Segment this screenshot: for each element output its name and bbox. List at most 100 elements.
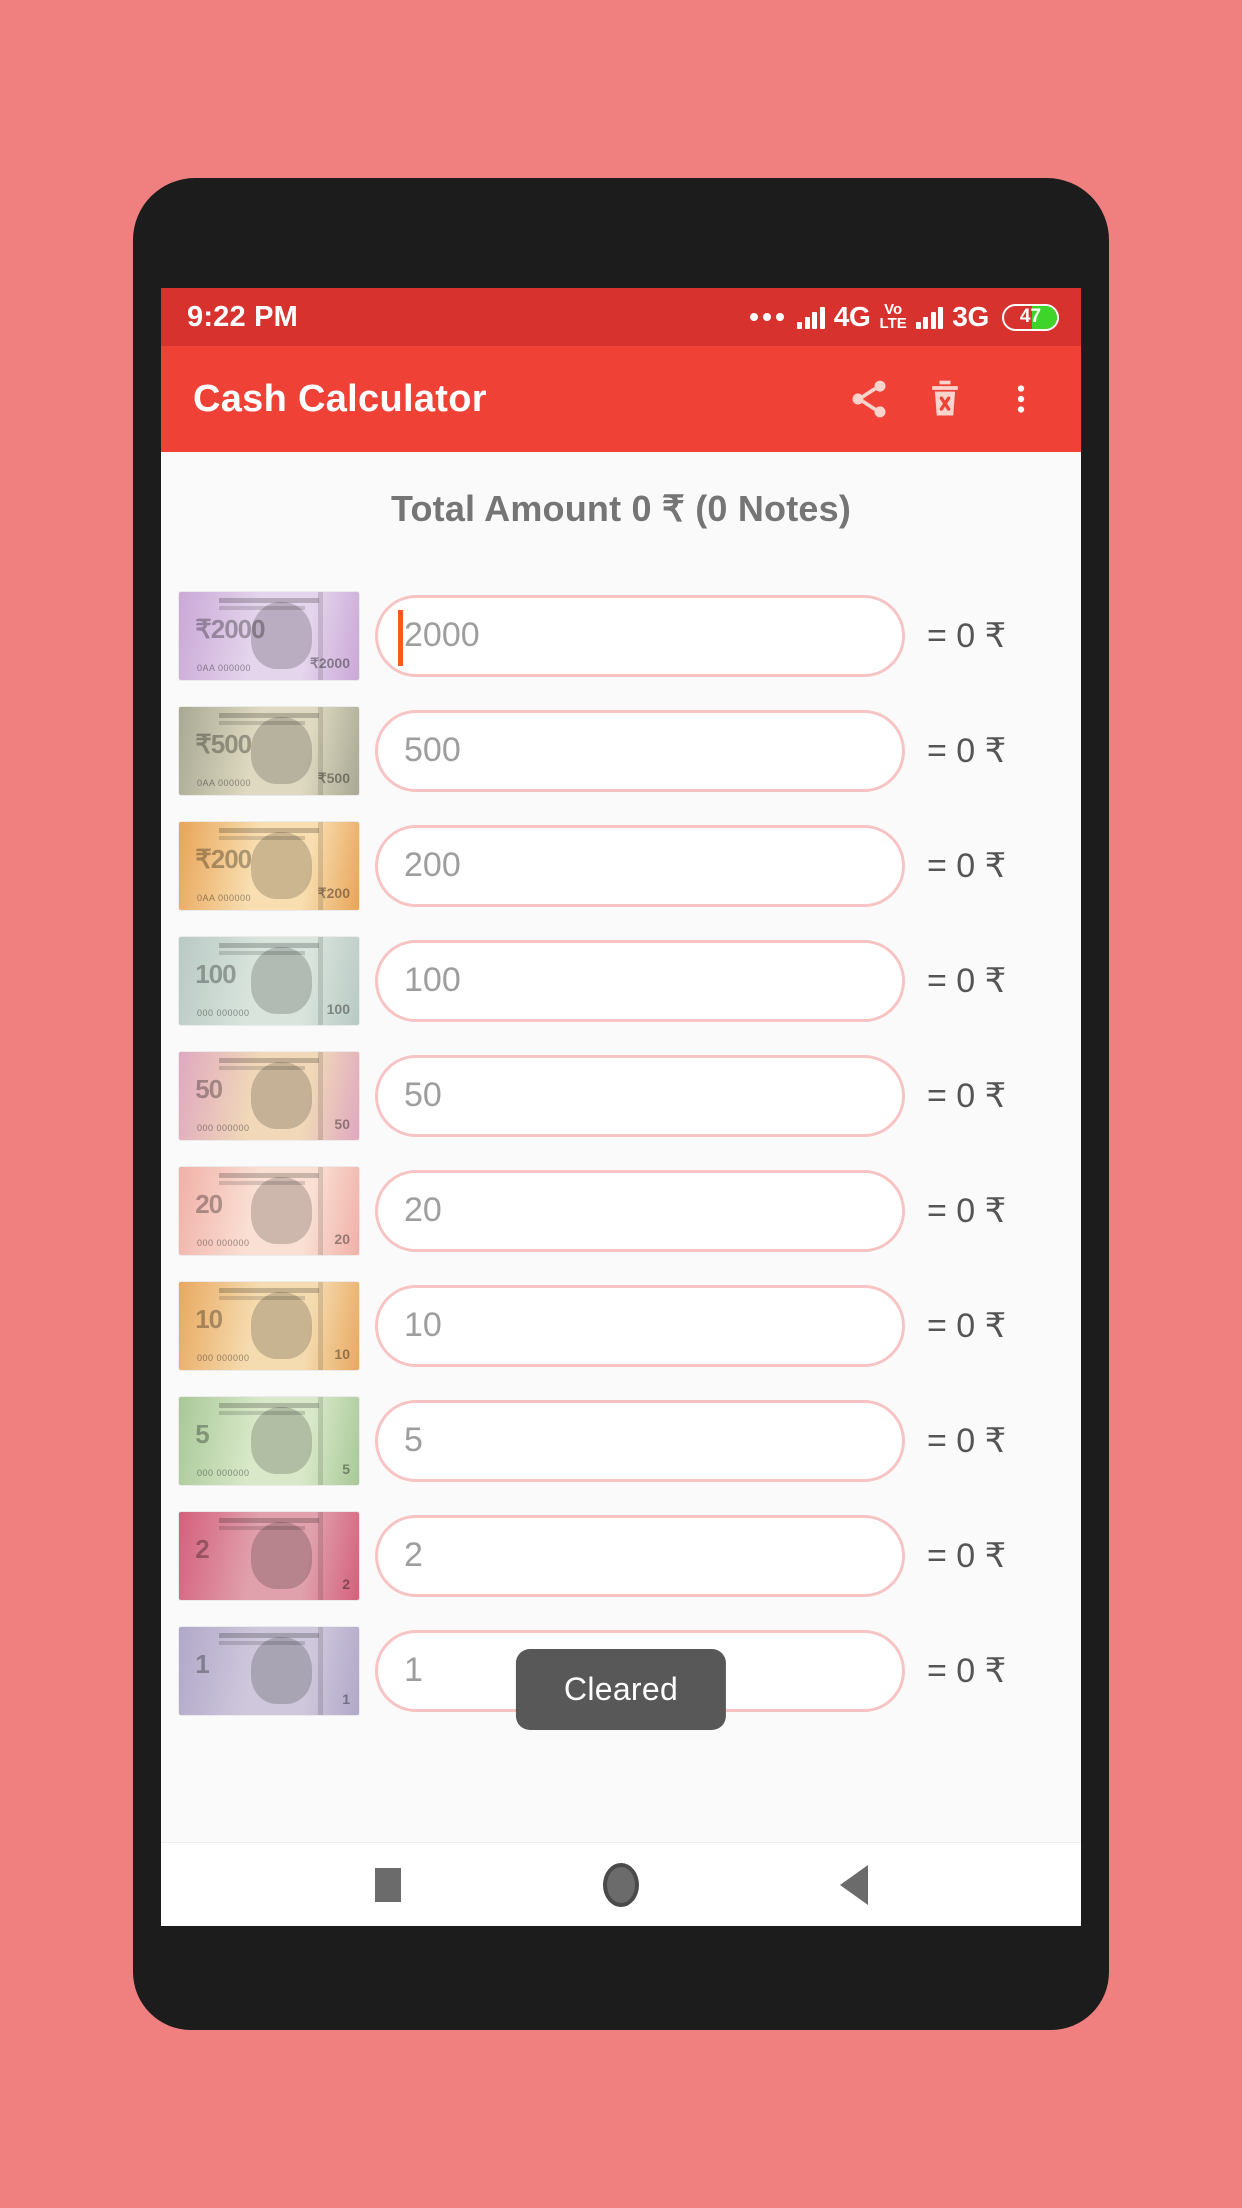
count-input-10[interactable]: 10 [375,1284,905,1367]
note-legend-line [218,1172,320,1178]
row-result-2: = 0 ₹ [927,1536,1007,1575]
row-result-100: = 0 ₹ [927,961,1007,1000]
banknote-image-2000: ₹2000 ₹2000 0AA 000000 [179,591,359,680]
note-portrait [251,1522,313,1589]
toast-message: Cleared [515,1649,727,1730]
count-input-500[interactable]: 500 [375,709,905,792]
app-title: Cash Calculator [193,377,487,420]
note-portrait [251,1062,313,1129]
phone-frame: 9:22 PM 4G Vo LTE 3G 47 Cash Calculator [133,178,1109,2030]
note-row: ₹200 ₹200 0AA 000000 200 = 0 ₹ [171,808,1059,923]
note-serial: 000 000000 [197,1123,250,1134]
note-denomination-mark-small: ₹2000 [309,655,350,672]
notes-list: ₹2000 ₹2000 0AA 000000 2000 = 0 ₹ ₹500 ₹500 0AA… [161,578,1081,1728]
note-denomination-mark: 1 [195,1649,210,1680]
total-amount-label: Total Amount 0 ₹ (0 Notes) [390,488,852,529]
note-denomination-mark: ₹200 [195,844,252,875]
banknote-image-20: 20 20 000 000000 [179,1166,359,1255]
note-row: 100 100 000 000000 100 = 0 ₹ [171,923,1059,1038]
network-label-4g: 4G [833,301,871,332]
count-input-placeholder: 2000 [404,616,480,654]
count-input-50[interactable]: 50 [375,1054,905,1137]
count-input-200[interactable]: 200 [375,824,905,907]
count-input-placeholder: 10 [404,1306,442,1344]
note-denomination-mark-small: 10 [334,1346,350,1363]
banknote-image-100: 100 100 000 000000 [179,936,359,1025]
note-row: 5 5 000 000000 5 = 0 ₹ [171,1383,1059,1498]
count-input-placeholder: 5 [404,1421,423,1459]
note-serial: 000 000000 [197,1353,250,1364]
note-denomination-mark: 50 [195,1074,223,1105]
note-row: 2 2 2 = 0 ₹ [171,1498,1059,1613]
note-denomination-mark: 2 [195,1534,210,1565]
note-denomination-mark-small: 2 [342,1576,350,1593]
banknote-image-200: ₹200 ₹200 0AA 000000 [179,821,359,910]
note-serial: 000 000000 [197,1238,250,1249]
count-input-placeholder: 200 [404,846,461,884]
note-portrait [251,1177,313,1244]
note-serial: 000 000000 [197,1468,250,1479]
banknote-image-50: 50 50 000 000000 [179,1051,359,1140]
note-denomination-mark: 10 [195,1304,223,1335]
signal-bars-icon-2 [915,305,944,329]
overflow-menu-button[interactable] [983,361,1059,437]
banknote-image-5: 5 5 000 000000 [179,1396,359,1485]
row-result-2000: = 0 ₹ [927,616,1007,655]
signal-bars-icon-1 [797,305,825,329]
note-denomination-mark: ₹500 [195,729,252,760]
note-legend-line [218,712,320,718]
note-denomination-mark: 20 [195,1189,223,1220]
note-legend-line [218,1402,320,1408]
status-time: 9:22 PM [187,300,298,333]
battery-icon: 47 [1002,303,1059,331]
overflow-menu-icon [1017,385,1025,413]
note-serial: 000 000000 [197,1008,250,1019]
count-input-placeholder: 100 [404,961,461,999]
note-legend-line [218,942,320,948]
recents-square-icon [374,1867,401,1902]
note-legend-line [218,1287,320,1293]
phone-screen: 9:22 PM 4G Vo LTE 3G 47 Cash Calculator [161,288,1081,1926]
banknote-image-1: 11 [179,1626,359,1715]
count-input-placeholder: 1 [404,1651,423,1689]
home-button[interactable] [576,1843,666,1927]
note-legend-line [218,827,320,833]
count-input-2[interactable]: 2 [375,1514,905,1597]
note-denomination-mark: 5 [195,1419,210,1450]
battery-level: 47 [1019,306,1042,327]
note-portrait [251,717,313,784]
count-input-100[interactable]: 100 [375,939,905,1022]
note-denomination-mark-small: 50 [334,1116,350,1133]
note-legend-line [218,1057,320,1063]
home-circle-icon [602,1862,639,1907]
note-portrait [251,832,313,899]
note-denomination-mark: ₹2000 [195,614,265,645]
row-result-500: = 0 ₹ [927,731,1007,770]
share-button[interactable] [831,361,907,437]
navigation-bar [161,1842,1081,1926]
count-input-5[interactable]: 5 [375,1399,905,1482]
back-button[interactable] [809,1843,899,1927]
count-input-2000[interactable]: 2000 [375,594,905,677]
note-portrait [251,1292,313,1359]
recents-button[interactable] [343,1843,433,1927]
app-bar: Cash Calculator [161,346,1081,452]
row-result-20: = 0 ₹ [927,1191,1007,1230]
row-result-5: = 0 ₹ [927,1421,1007,1460]
count-input-20[interactable]: 20 [375,1169,905,1252]
back-triangle-icon [840,1864,869,1905]
volte-icon: Vo LTE [880,302,907,331]
count-input-placeholder: 2 [404,1536,423,1574]
clear-all-button[interactable] [907,361,983,437]
note-denomination-mark-small: ₹500 [317,770,350,787]
note-legend-line [218,597,320,603]
status-bar: 9:22 PM 4G Vo LTE 3G 47 [161,288,1081,346]
note-serial: 0AA 000000 [197,778,252,789]
note-row: ₹500 ₹500 0AA 000000 500 = 0 ₹ [171,693,1059,808]
banknote-image-10: 10 10 000 000000 [179,1281,359,1370]
note-portrait [251,1407,313,1474]
note-legend-line [218,1517,320,1523]
count-input-placeholder: 500 [404,731,461,769]
row-result-1: = 0 ₹ [927,1651,1007,1690]
note-security-strip [318,1626,323,1715]
